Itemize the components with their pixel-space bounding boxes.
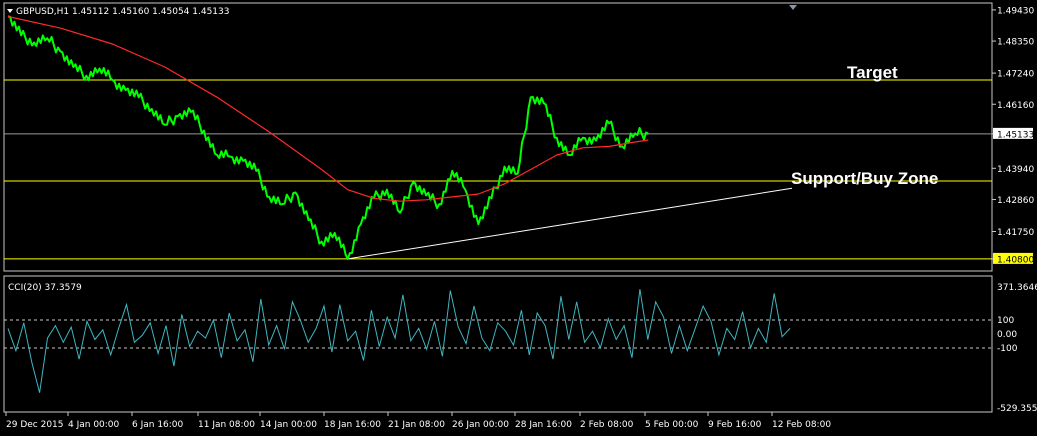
price-tick-label: 1.45133 bbox=[997, 130, 1034, 140]
time-tick-label: 2 Feb 08:00 bbox=[580, 420, 634, 430]
chart-canvas: 1.49430 1.48350 1.47240 1.46160 1.45133 1.439… bbox=[3, 2, 1037, 430]
cci-tick-label: 0.00 bbox=[997, 330, 1017, 340]
cci-tick-label: -100 bbox=[997, 344, 1018, 354]
cci-tick-label: 371.3646 bbox=[997, 283, 1037, 293]
price-tick-label: 1.49430 bbox=[997, 6, 1034, 16]
time-tick-label: 14 Jan 00:00 bbox=[260, 420, 317, 430]
time-tick-label: 29 Dec 2015 bbox=[6, 420, 64, 430]
price-panel-frame bbox=[3, 2, 993, 272]
time-tick-label: 5 Feb 00:00 bbox=[645, 420, 699, 430]
price-tick-label: 1.46160 bbox=[997, 101, 1034, 111]
time-tick-label: 21 Jan 08:00 bbox=[388, 420, 445, 430]
chart-title: GBPUSD,H1 1.45112 1.45160 1.45054 1.4513… bbox=[16, 7, 229, 17]
time-tick-label: 18 Jan 16:00 bbox=[324, 420, 381, 430]
indicator-panel-frame bbox=[3, 275, 993, 413]
price-tick-label: 1.48350 bbox=[997, 38, 1034, 48]
price-tick-label: 1.41750 bbox=[997, 228, 1034, 238]
target-annotation: Target bbox=[847, 63, 898, 82]
time-tick-label: 9 Feb 16:00 bbox=[708, 420, 762, 430]
cci-tick-label: -529.3557 bbox=[997, 404, 1037, 414]
time-tick-label: 28 Jan 16:00 bbox=[515, 420, 572, 430]
time-tick-label: 4 Jan 00:00 bbox=[68, 420, 120, 430]
price-tick-label: 1.43940 bbox=[997, 165, 1034, 175]
time-tick-label: 11 Jan 08:00 bbox=[198, 420, 255, 430]
price-tick-label: 1.40800 bbox=[997, 255, 1034, 265]
indicator-title: CCI(20) 37.3579 bbox=[8, 283, 82, 293]
time-tick-label: 26 Jan 00:00 bbox=[452, 420, 509, 430]
time-tick-label: 12 Feb 08:00 bbox=[772, 420, 831, 430]
price-tick-label: 1.47240 bbox=[997, 70, 1034, 80]
price-tick-label: 1.42860 bbox=[997, 196, 1034, 206]
time-tick-label: 6 Jan 16:00 bbox=[132, 420, 184, 430]
cci-tick-label: 100 bbox=[997, 316, 1014, 326]
support-annotation: Support/Buy Zone bbox=[791, 169, 938, 188]
